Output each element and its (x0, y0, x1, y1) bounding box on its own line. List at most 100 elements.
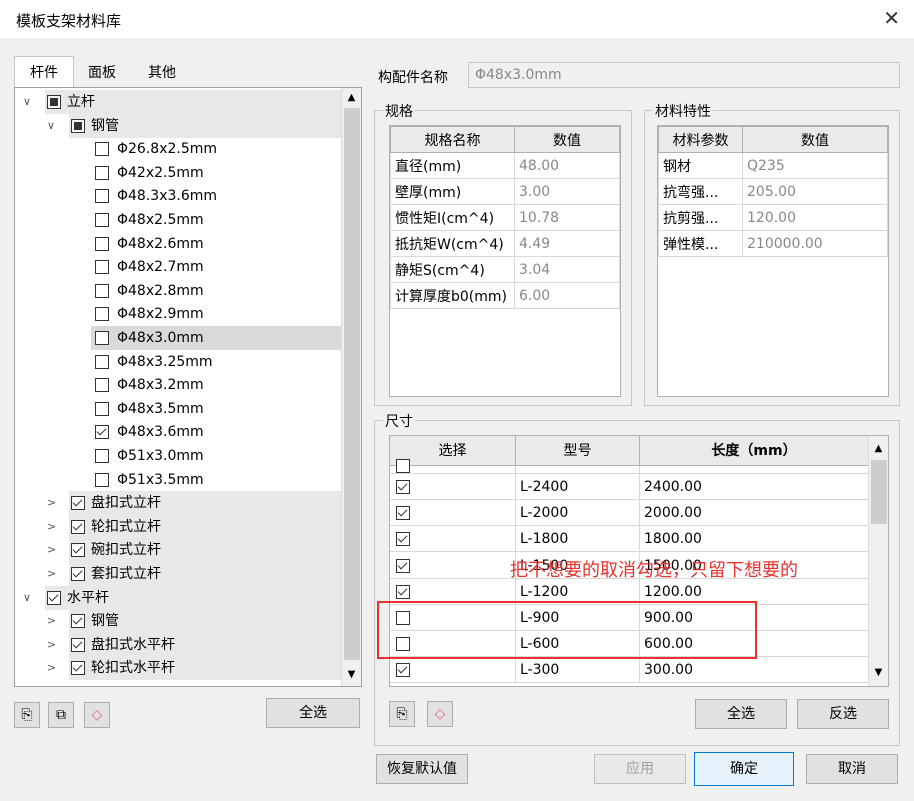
size-checkbox[interactable] (396, 506, 410, 521)
tree-row[interactable]: Φ42x2.5mm (91, 161, 341, 185)
size-scroll-thumb[interactable] (871, 460, 887, 524)
tab-rods[interactable]: 杆件 (14, 58, 74, 88)
scroll-thumb[interactable] (344, 108, 360, 660)
tree-row[interactable]: Φ48x2.6mm (91, 232, 341, 256)
size-checkbox[interactable] (396, 480, 410, 494)
tree-row[interactable]: 套扣式立杆 (69, 562, 341, 586)
tree-checkbox[interactable] (95, 307, 109, 322)
chevron-down-icon[interactable]: ∨ (23, 90, 31, 114)
tree-checkbox[interactable] (95, 331, 109, 345)
tree-row[interactable]: 立杆 (45, 90, 341, 114)
tree-checkbox[interactable] (95, 283, 109, 298)
tree-checkbox[interactable] (95, 425, 109, 440)
tree-checkbox[interactable] (95, 354, 109, 369)
tree-checkbox[interactable] (71, 614, 85, 629)
tree-row[interactable]: 轮扣式水平杆 (69, 656, 341, 681)
size-checkbox-partial[interactable] (396, 459, 410, 473)
chevron-down-icon[interactable]: ∨ (47, 114, 55, 138)
spec-value-cell[interactable]: 48.00 (514, 152, 620, 179)
tree-row[interactable]: Φ48x3.6mm (91, 420, 341, 444)
material-value-cell[interactable]: 210000.00 (742, 230, 888, 257)
size-length-cell[interactable]: 2000.00 (640, 500, 868, 526)
tree-row[interactable]: 钢管 (69, 113, 341, 138)
tree-row[interactable]: Φ48x3.2mm (91, 373, 341, 397)
tree-checkbox[interactable] (71, 519, 85, 534)
tree-checkbox[interactable] (95, 213, 109, 227)
tab-others[interactable]: 其他 (132, 58, 192, 88)
tree-checkbox[interactable] (95, 236, 109, 251)
size-row[interactable]: L-300 300.00 (390, 657, 868, 684)
chevron-right-icon[interactable]: > (47, 656, 56, 680)
tree-row[interactable]: 盘扣式立杆 (69, 491, 341, 516)
tree-checkbox[interactable] (95, 378, 109, 393)
spec-value-cell[interactable]: 4.49 (514, 230, 620, 257)
tree-checkbox[interactable] (71, 637, 85, 652)
tree-row[interactable]: Φ26.8x2.5mm (91, 137, 341, 161)
size-row[interactable]: L-2400 2400.00 (390, 474, 868, 500)
size-length-cell[interactable]: 1800.00 (640, 526, 868, 552)
chevron-right-icon[interactable]: > (47, 491, 56, 515)
tree-row[interactable]: Φ48x3.25mm (91, 350, 341, 374)
size-checkbox[interactable] (396, 532, 410, 547)
tree-row[interactable]: 碗扣式立杆 (69, 538, 341, 563)
tree-row[interactable]: Φ48.3x3.6mm (91, 184, 341, 208)
size-scroll-up-icon[interactable]: ▲ (870, 440, 887, 457)
tree-checkbox[interactable] (71, 496, 85, 511)
tree-scrollbar[interactable]: ▲ ▼ (341, 88, 361, 686)
size-checkbox[interactable] (396, 584, 410, 599)
restore-defaults-button[interactable]: 恢复默认值 (376, 754, 468, 784)
size-row[interactable]: L-1800 1800.00 (390, 526, 868, 553)
close-icon[interactable]: ✕ (883, 6, 900, 30)
tree-checkbox[interactable] (95, 472, 109, 487)
chevron-right-icon[interactable]: > (47, 515, 56, 539)
tree-checkbox[interactable] (95, 142, 109, 157)
spec-value-cell[interactable]: 3.00 (514, 178, 620, 205)
size-eraser-icon[interactable]: ◇ (427, 701, 453, 727)
tree-row[interactable]: Φ48x2.5mm (91, 208, 341, 232)
tree-row[interactable]: 水平杆 (45, 585, 341, 610)
size-row[interactable]: L-2000 2000.00 (390, 500, 868, 527)
tab-panels[interactable]: 面板 (76, 58, 128, 88)
size-scrollbar[interactable]: ▲ ▼ (868, 436, 888, 686)
tree-checkbox[interactable] (71, 118, 85, 133)
tree-checkbox[interactable] (95, 165, 109, 180)
size-scroll-down-icon[interactable]: ▼ (870, 664, 887, 681)
tree-checkbox[interactable] (95, 401, 109, 416)
copy-icon[interactable]: ⎘ (14, 702, 40, 728)
tree-checkbox[interactable] (95, 260, 109, 275)
cancel-button[interactable]: 取消 (806, 754, 898, 784)
material-value-cell[interactable]: Q235 (742, 152, 888, 179)
tree-select-all-button[interactable]: 全选 (266, 698, 360, 728)
spec-value-cell[interactable]: 10.78 (514, 204, 620, 231)
material-value-cell[interactable]: 205.00 (742, 178, 888, 205)
tree-checkbox[interactable] (47, 95, 61, 109)
chevron-right-icon[interactable]: > (47, 633, 56, 657)
eraser-icon[interactable]: ◇ (84, 702, 110, 728)
chevron-right-icon[interactable]: > (47, 538, 56, 562)
size-length-cell[interactable]: 300.00 (640, 657, 868, 683)
tree-row[interactable]: 轮扣式立杆 (69, 514, 341, 539)
scroll-up-icon[interactable]: ▲ (343, 89, 360, 106)
ok-button[interactable]: 确定 (694, 752, 794, 786)
size-select-all-button[interactable]: 全选 (695, 699, 787, 729)
size-checkbox[interactable] (396, 558, 410, 573)
spec-value-cell[interactable]: 6.00 (514, 282, 620, 309)
tree-checkbox[interactable] (95, 449, 109, 463)
tree-row[interactable]: Φ51x3.5mm (91, 468, 341, 492)
chevron-right-icon[interactable]: > (47, 609, 56, 633)
tree-row[interactable]: Φ48x2.7mm (91, 255, 341, 279)
chevron-down-icon[interactable]: ∨ (23, 586, 31, 610)
tree-checkbox[interactable] (95, 189, 109, 204)
tree-checkbox[interactable] (71, 567, 85, 581)
paste-icon[interactable]: ⧉ (48, 702, 74, 728)
chevron-right-icon[interactable]: > (47, 562, 56, 586)
size-copy-icon[interactable]: ⎘ (389, 701, 415, 727)
size-checkbox[interactable] (396, 663, 410, 678)
rod-tree[interactable]: ∨ 立杆 ∨ 钢管 Φ26.8x2.5mm Φ42x2.5mm Φ48.3x3.6mm Φ48… (14, 87, 362, 687)
tree-checkbox[interactable] (71, 543, 85, 558)
tree-row[interactable]: Φ48x2.8mm (91, 279, 341, 303)
material-value-cell[interactable]: 120.00 (742, 204, 888, 231)
tree-row[interactable]: Φ51x3.0mm (91, 444, 341, 468)
size-length-cell[interactable]: 2400.00 (640, 474, 868, 500)
scroll-down-icon[interactable]: ▼ (343, 666, 360, 683)
